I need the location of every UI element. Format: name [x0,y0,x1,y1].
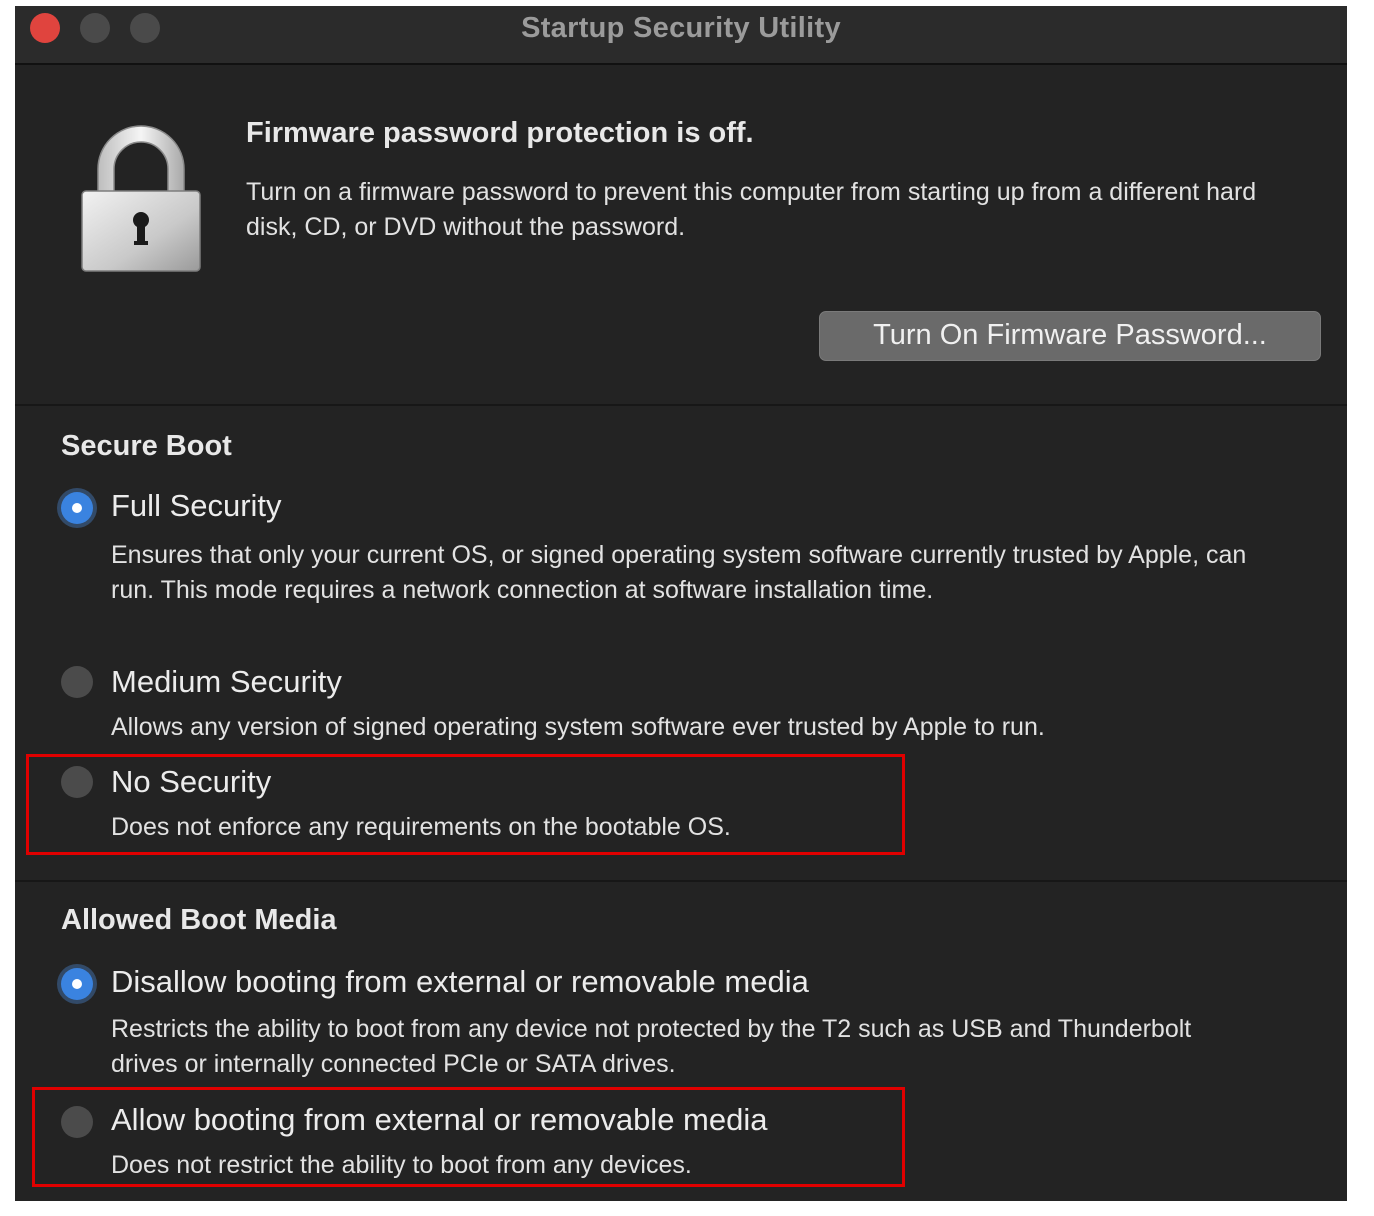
full-security-radio[interactable] [61,492,93,524]
medium-security-description: Allows any version of signed operating s… [111,713,1045,741]
full-security-description: Ensures that only your current OS, or si… [111,541,1247,604]
allowed-boot-media-title: Allowed Boot Media [61,904,337,936]
medium-security-radio[interactable] [61,666,93,698]
disallow-external-boot-description: Restricts the ability to boot from any d… [111,1015,1192,1078]
window-title: Startup Security Utility [521,12,841,44]
medium-security-label: Medium Security [111,664,342,699]
lock-icon [81,125,201,272]
full-security-label: Full Security [111,488,282,523]
disallow-external-boot-label: Disallow booting from external or remova… [111,964,809,999]
startup-security-utility-window: Startup Security Utility Firmware passwo… [15,6,1347,1201]
firmware-description: Turn on a firmware password to prevent t… [246,178,1257,241]
allow-external-boot-highlight-box [32,1087,905,1187]
title-bar[interactable]: Startup Security Utility [15,6,1347,65]
disallow-external-boot-radio[interactable] [61,968,93,1000]
turn-on-firmware-password-button[interactable]: Turn On Firmware Password... [819,311,1321,361]
no-security-highlight-box [26,754,905,855]
firmware-status-heading: Firmware password protection is off. [246,117,754,149]
secure-boot-title: Secure Boot [61,430,232,462]
firmware-password-section: Firmware password protection is off. Tur… [15,65,1347,406]
